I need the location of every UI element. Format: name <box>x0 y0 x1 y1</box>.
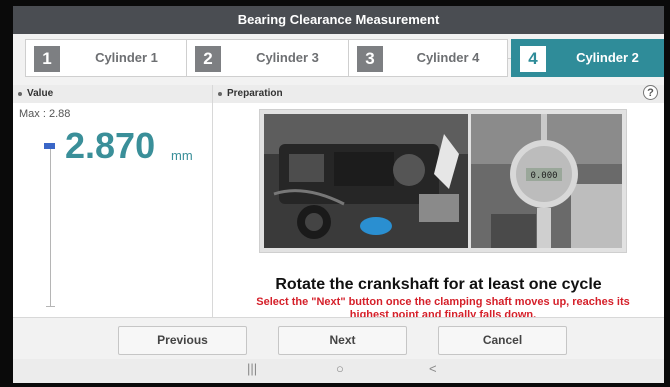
bullet-icon <box>18 92 22 96</box>
step-label: Cylinder 3 <box>256 50 319 65</box>
step-cylinder-1[interactable]: 1 Cylinder 1 <box>25 39 188 77</box>
value-panel-header: Value <box>13 85 212 103</box>
next-button[interactable]: Next <box>278 326 407 355</box>
back-icon[interactable]: < <box>429 361 437 376</box>
step-cylinder-3[interactable]: 2 Cylinder 3 <box>186 39 349 77</box>
measurement-unit: mm <box>171 148 193 163</box>
previous-button[interactable]: Previous <box>118 326 247 355</box>
value-panel: Value Max : 2.88 2.870 mm <box>13 85 213 317</box>
measurement-value: 2.870 <box>65 125 156 166</box>
step-label: Cylinder 1 <box>95 50 158 65</box>
step-cylinder-2[interactable]: 4 Cylinder 2 <box>511 39 664 77</box>
preparation-panel: Preparation 0.000 Rotate the crankshaft … <box>213 85 664 317</box>
gauge-tick-bottom <box>46 306 55 307</box>
step-number: 1 <box>34 46 60 72</box>
home-icon[interactable]: ○ <box>336 361 344 376</box>
cylinder-step-bar: 1 Cylinder 1 2 Cylinder 3 3 Cylinder 4 4… <box>13 34 664 84</box>
instruction-title: Rotate the crankshaft for at least one c… <box>275 276 602 293</box>
instruction-images: 0.000 <box>259 109 627 253</box>
instruction-text: Select the "Next" button once the clampi… <box>256 296 630 317</box>
app-screen: Bearing Clearance Measurement 1 Cylinder… <box>13 6 664 383</box>
page-title: Bearing Clearance Measurement <box>237 12 440 27</box>
preparation-panel-header: Preparation <box>213 85 664 103</box>
engine-bay-photo <box>264 114 468 248</box>
step-number: 3 <box>357 46 383 72</box>
step-label: Cylinder 2 <box>576 50 639 65</box>
max-label: Max : 2.88 <box>19 108 71 120</box>
preparation-panel-title: Preparation <box>227 88 283 99</box>
gauge-marker <box>44 143 55 149</box>
cancel-button[interactable]: Cancel <box>438 326 567 355</box>
help-icon-glyph: ? <box>647 87 654 99</box>
step-cylinder-4[interactable]: 3 Cylinder 4 <box>348 39 508 77</box>
dial-gauge-photo: 0.000 <box>471 114 622 248</box>
gauge-scale <box>50 147 51 307</box>
recents-icon[interactable]: ||| <box>247 361 257 376</box>
help-icon[interactable]: ? <box>643 85 658 100</box>
title-bar: Bearing Clearance Measurement <box>13 6 664 34</box>
system-nav-bar: ||| ○ < <box>13 359 664 383</box>
value-panel-title: Value <box>27 88 54 99</box>
step-number: 2 <box>195 46 221 72</box>
step-number: 4 <box>520 46 546 72</box>
step-label: Cylinder 4 <box>416 50 480 65</box>
action-bar: Previous Next Cancel <box>13 317 664 360</box>
gauge-display: 0.000 <box>530 171 557 181</box>
bullet-icon <box>218 92 222 96</box>
